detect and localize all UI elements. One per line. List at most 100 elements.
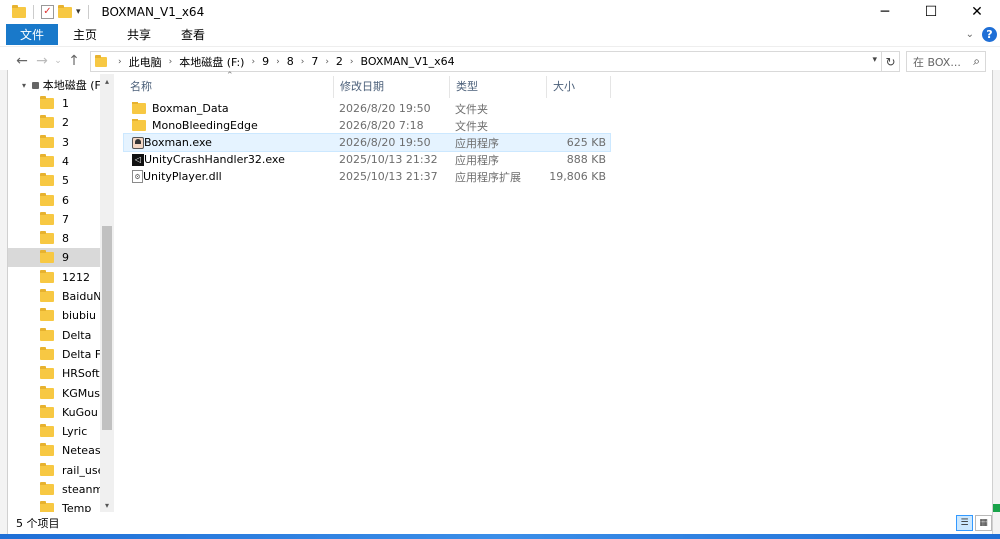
tree-item-folder[interactable]: HRSoftstore [8,364,100,383]
tree-item-folder[interactable]: 6 [8,191,100,210]
divider [33,5,34,19]
tree-item-folder[interactable]: KGMusic [8,384,100,403]
file-name-cell: Boxman.exe [132,136,337,149]
maximize-button[interactable]: ☐ [908,0,954,24]
breadcrumb-9[interactable]: 9 [262,55,269,68]
breadcrumb-this-pc[interactable]: 此电脑 [129,54,162,70]
folder-icon [40,443,54,457]
file-name-cell: Boxman_Data [132,102,337,115]
scrollbar-thumb[interactable] [102,226,112,430]
collapse-icon[interactable]: ▾ [22,81,26,90]
tab-file[interactable]: 文件 [6,24,59,45]
file-date: 2025/10/13 21:32 [339,153,438,166]
large-icons-view-icon[interactable]: ▦ [975,515,992,531]
new-folder-icon[interactable] [58,4,72,18]
tree-item-folder[interactable]: 9 [8,248,100,268]
search-icon[interactable]: ⌕ [973,54,980,69]
tree-item-folder[interactable]: 7 [8,210,100,229]
tree-item-folder[interactable]: Delta Force [8,345,100,364]
tree-item-label: 2 [62,116,69,130]
file-type: 文件夹 [455,119,488,133]
breadcrumb-8[interactable]: 8 [287,55,294,68]
column-header-date[interactable]: 修改日期 [334,74,449,98]
folder-icon [40,289,54,302]
dll-icon: ⚙ [132,170,143,183]
file-row[interactable]: ◁ UnityCrashHandler32.exe 2025/10/13 21:32… [124,151,610,168]
tree-item-folder[interactable]: biubiu [8,306,100,325]
tree-item-folder[interactable]: Delta [8,326,100,345]
details-view-icon[interactable]: ☰ [956,515,973,531]
folder-icon [40,424,54,438]
breadcrumb-2[interactable]: 2 [336,55,343,68]
file-name: Boxman_Data [152,102,229,115]
nav-scrollbar[interactable]: ▴ ▾ [100,74,114,512]
scroll-up-icon[interactable]: ▴ [100,74,114,88]
file-name-cell: MonoBleedingEdge [132,119,337,132]
view-switcher: ☰ ▦ [956,515,992,531]
file-name: MonoBleedingEdge [152,119,258,132]
tab-home[interactable]: 主页 [58,24,112,45]
folder-icon[interactable] [12,4,26,18]
column-divider[interactable] [610,76,611,98]
folder-icon [40,346,54,360]
tree-item-folder[interactable]: KuGou [8,403,100,422]
help-icon[interactable]: ? [982,27,997,42]
search-input[interactable]: 在 BOX... ⌕ [906,51,986,72]
folder-icon [40,134,54,148]
tree-item-folder[interactable]: steanm [8,480,100,499]
up-arrow-icon[interactable]: ↑ [64,53,84,69]
tree-item-folder[interactable]: 4 [8,152,100,171]
tree-item-label: 4 [62,154,69,168]
breadcrumb-drive[interactable]: 本地磁盘 (F:) [179,54,244,70]
address-bar[interactable]: › 此电脑 › 本地磁盘 (F:) › 9 › 8 › 7 › 2 › BOXMAN_V1_x… [90,51,882,72]
window-controls: ─ ☐ ✕ [862,0,1000,24]
tree-item-label: BaiduNet [62,290,100,303]
file-row[interactable]: MonoBleedingEdge 2026/8/20 7:18 文件夹 [124,117,610,134]
address-dropdown-icon[interactable]: ▾ [872,55,877,65]
close-button[interactable]: ✕ [954,0,1000,24]
tree-item-folder[interactable]: 3 [8,133,100,152]
tree-item-folder[interactable]: BaiduNet [8,287,100,306]
refresh-icon[interactable]: ↻ [882,51,900,72]
column-header-type[interactable]: 类型 [450,74,546,98]
tab-share[interactable]: 共享 [112,24,166,45]
file-name: Boxman.exe [144,136,212,149]
file-date: 2025/10/13 21:37 [339,170,438,183]
folder-icon [95,54,107,67]
back-arrow-icon[interactable]: ← [12,53,32,69]
tree-item-folder[interactable]: 5 [8,171,100,190]
tree-item-label: Delta [62,328,92,342]
scroll-down-icon[interactable]: ▾ [100,498,114,512]
tab-view[interactable]: 查看 [166,24,220,45]
column-header-size[interactable]: 大小 [547,74,610,98]
folder-icon [40,192,54,206]
breadcrumb-current[interactable]: BOXMAN_V1_x64 [361,55,455,68]
column-header-label: 修改日期 [340,80,384,93]
customize-dropdown-icon[interactable]: ▾ [76,7,81,17]
tree-item-folder[interactable]: 1 [8,94,100,113]
tree-item-folder[interactable]: Temp [8,499,100,512]
tree-item-folder[interactable]: 8 [8,229,100,248]
file-row[interactable]: ⚙ UnityPlayer.dll 2025/10/13 21:37 应用程序扩展 19… [124,168,610,185]
tree-item-folder[interactable]: Netease [8,441,100,460]
recent-locations-icon[interactable]: ⌄ [52,56,64,66]
chevron-right-icon: › [300,56,305,67]
tree-item-drive[interactable]: ▾ 本地磁盘 (F:) [8,76,108,94]
expand-ribbon-icon[interactable]: ⌄ [966,29,974,40]
tree-item-folder[interactable]: 2 [8,113,100,132]
minimize-button[interactable]: ─ [862,0,908,24]
properties-icon[interactable]: ✓ [41,5,54,19]
forward-arrow-icon[interactable]: → [32,53,52,69]
tree-item-label: 5 [62,174,69,188]
breadcrumb-7[interactable]: 7 [311,55,318,68]
file-type: 文件夹 [455,102,488,116]
background-window-left [0,70,8,539]
tree-item-folder[interactable]: 1212 [8,268,100,287]
file-name-cell: ◁ UnityCrashHandler32.exe [132,153,337,166]
column-header-name[interactable]: 名称 [124,74,331,98]
file-row[interactable]: Boxman.exe 2026/8/20 19:50 应用程序 625 KB [123,133,611,152]
tree-item-folder[interactable]: Lyric [8,422,100,441]
file-row[interactable]: Boxman_Data 2026/8/20 19:50 文件夹 [124,100,610,117]
tree-item-folder[interactable]: rail_user_data [8,461,100,480]
folder-icon [40,404,54,418]
